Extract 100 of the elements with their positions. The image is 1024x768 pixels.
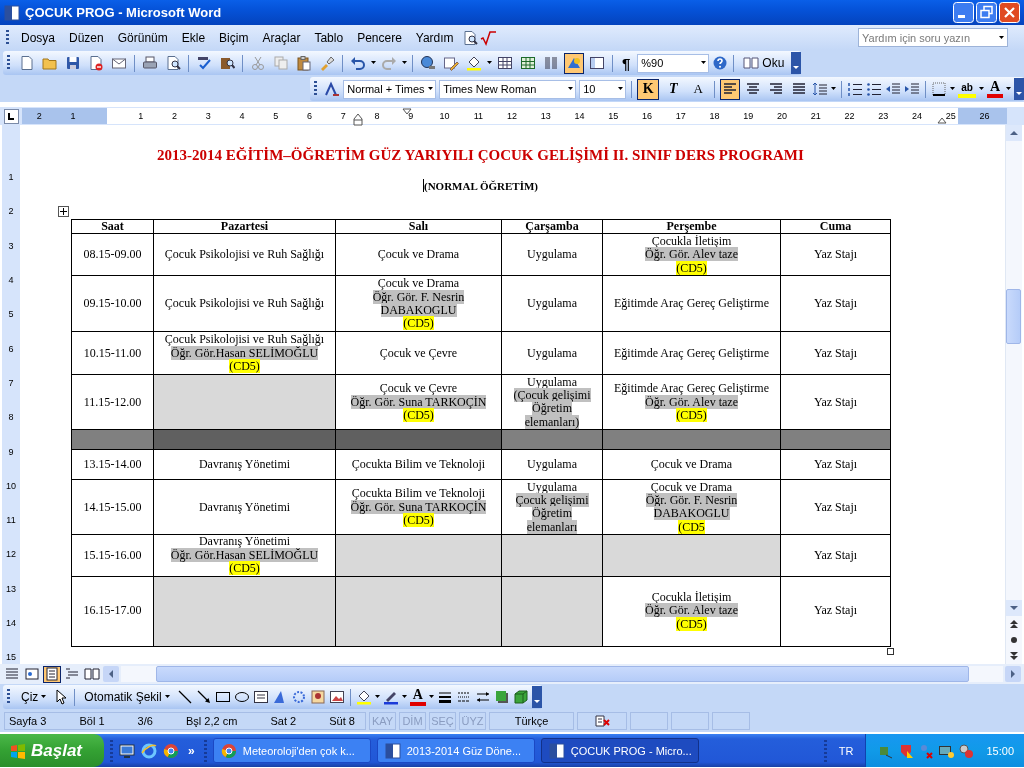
toolbar-options-icon[interactable] bbox=[531, 686, 542, 708]
toolbar-options-icon[interactable] bbox=[1014, 78, 1024, 100]
line-style-icon[interactable] bbox=[436, 689, 453, 705]
scroll-up-icon[interactable] bbox=[1006, 125, 1022, 141]
cube-icon[interactable] bbox=[512, 689, 529, 705]
menu-item[interactable]: Görünüm bbox=[111, 28, 174, 47]
brush-icon[interactable] bbox=[319, 55, 335, 71]
scroll-left-icon[interactable] bbox=[103, 666, 119, 682]
pencil-table-icon[interactable] bbox=[443, 55, 459, 71]
quick-launch-more-button[interactable]: » bbox=[185, 743, 198, 758]
taskbar-button[interactable]: ÇOCUK PROG - Micro... bbox=[540, 738, 699, 763]
spellcheck-icon[interactable] bbox=[196, 55, 212, 71]
shapes-icon[interactable] bbox=[566, 55, 582, 71]
print-preview-icon[interactable] bbox=[165, 55, 181, 71]
globe-link-icon[interactable] bbox=[420, 55, 436, 71]
taskbar-button[interactable]: Meteoroloji'den çok k... bbox=[212, 738, 371, 763]
font-dropdown[interactable]: Times New Roman bbox=[439, 79, 577, 99]
shield-warning-icon[interactable] bbox=[898, 742, 915, 759]
fill-bucket-icon[interactable] bbox=[466, 55, 482, 71]
menu-item[interactable]: Ekle bbox=[175, 28, 212, 47]
spelling-status-icon[interactable] bbox=[594, 713, 610, 729]
folder-icon[interactable] bbox=[42, 55, 58, 71]
read-button[interactable]: Oku bbox=[739, 55, 789, 71]
table-move-handle-icon[interactable] bbox=[58, 206, 69, 217]
oval-icon[interactable] bbox=[233, 689, 250, 705]
dash-style-icon[interactable] bbox=[455, 689, 472, 705]
scroll-down-icon[interactable] bbox=[1006, 600, 1022, 616]
tab-stop-icon[interactable] bbox=[4, 108, 19, 124]
underline-button[interactable]: A bbox=[687, 78, 710, 100]
document-map-icon[interactable] bbox=[589, 55, 605, 71]
bulleted-list-icon[interactable] bbox=[866, 81, 883, 97]
restore-button[interactable] bbox=[976, 2, 997, 23]
radical-icon[interactable] bbox=[479, 29, 496, 46]
undo-icon[interactable] bbox=[350, 55, 366, 71]
toolbar-options-icon[interactable] bbox=[791, 52, 802, 74]
close-button[interactable] bbox=[999, 2, 1020, 23]
styles-icon[interactable] bbox=[324, 81, 341, 97]
diagram-icon[interactable] bbox=[290, 689, 307, 705]
table-icon[interactable] bbox=[497, 55, 513, 71]
increase-indent-icon[interactable] bbox=[904, 81, 921, 97]
circle-logo-icon[interactable] bbox=[163, 742, 180, 759]
globe-e-icon[interactable] bbox=[141, 742, 158, 759]
menu-item[interactable]: Düzen bbox=[63, 28, 110, 47]
language-indicator[interactable]: TR bbox=[832, 744, 860, 757]
menu-item[interactable]: Dosya bbox=[15, 28, 61, 47]
page-restricted-icon[interactable] bbox=[88, 55, 104, 71]
taskbar-button[interactable]: 2013-2014 Güz Döne... bbox=[376, 738, 535, 763]
clipboard-icon[interactable] bbox=[296, 55, 312, 71]
fill-bucket-icon[interactable] bbox=[355, 689, 372, 705]
menu-item[interactable]: Biçim bbox=[213, 28, 255, 47]
italic-button[interactable]: T bbox=[662, 78, 685, 100]
table-resize-handle-icon[interactable] bbox=[887, 647, 894, 655]
font-size-dropdown[interactable]: 10 bbox=[579, 79, 627, 99]
picture-icon[interactable] bbox=[328, 689, 345, 705]
menu-item[interactable]: Pencere bbox=[351, 28, 408, 47]
page-icon[interactable] bbox=[19, 55, 35, 71]
align-center-icon[interactable] bbox=[745, 81, 762, 97]
scroll-thumb[interactable] bbox=[1006, 289, 1021, 344]
menu-item[interactable]: Araçlar bbox=[256, 28, 307, 47]
paragraph-mark-button[interactable]: ¶ bbox=[618, 54, 635, 72]
help-search-field[interactable]: Yardım için soru yazın bbox=[858, 28, 1008, 47]
bold-button[interactable]: K bbox=[637, 78, 660, 100]
font-color-button[interactable]: A bbox=[986, 80, 1003, 98]
book-magnifier-icon[interactable] bbox=[219, 55, 235, 71]
scroll-thumb[interactable] bbox=[156, 666, 969, 682]
print-view-icon[interactable] bbox=[44, 666, 60, 682]
clip-art-icon[interactable] bbox=[309, 689, 326, 705]
indent-marker-icon[interactable] bbox=[353, 113, 363, 126]
align-right-icon[interactable] bbox=[768, 81, 785, 97]
envelope-icon[interactable] bbox=[111, 55, 127, 71]
printer-icon[interactable] bbox=[142, 55, 158, 71]
arrow-style-icon[interactable] bbox=[474, 689, 491, 705]
border-icon[interactable] bbox=[931, 81, 948, 97]
zoom-dropdown[interactable]: %90 bbox=[637, 53, 710, 73]
minimize-button[interactable] bbox=[953, 2, 974, 23]
line-icon[interactable] bbox=[176, 689, 193, 705]
menu-item[interactable]: Tablo bbox=[308, 28, 350, 47]
shadow-icon[interactable] bbox=[493, 689, 510, 705]
web-view-icon[interactable] bbox=[24, 666, 40, 682]
columns-icon[interactable] bbox=[543, 55, 559, 71]
arrow-icon[interactable] bbox=[195, 689, 212, 705]
tools-icon[interactable] bbox=[958, 742, 975, 759]
numbered-list-icon[interactable] bbox=[847, 81, 864, 97]
help-icon[interactable] bbox=[712, 55, 729, 71]
scroll-right-icon[interactable] bbox=[1005, 666, 1021, 682]
line-color-icon[interactable] bbox=[382, 689, 399, 705]
align-left-icon[interactable] bbox=[722, 81, 739, 97]
print-preview-icon[interactable] bbox=[461, 29, 478, 46]
draw-menu[interactable]: Çiz bbox=[17, 689, 51, 705]
spreadsheet-icon[interactable] bbox=[520, 55, 536, 71]
rectangle-icon[interactable] bbox=[214, 689, 231, 705]
decrease-indent-icon[interactable] bbox=[885, 81, 902, 97]
normal-view-icon[interactable] bbox=[4, 666, 20, 682]
menu-item[interactable]: Yardım bbox=[409, 28, 460, 47]
desktop-icon[interactable] bbox=[119, 742, 136, 759]
align-justify-icon[interactable] bbox=[791, 81, 808, 97]
style-dropdown[interactable]: Normal + Times bbox=[343, 79, 437, 99]
line-spacing-icon[interactable] bbox=[812, 81, 829, 97]
autoshapes-menu[interactable]: Otomatik Şekil bbox=[80, 689, 174, 705]
font-color-button[interactable]: A bbox=[409, 688, 426, 706]
